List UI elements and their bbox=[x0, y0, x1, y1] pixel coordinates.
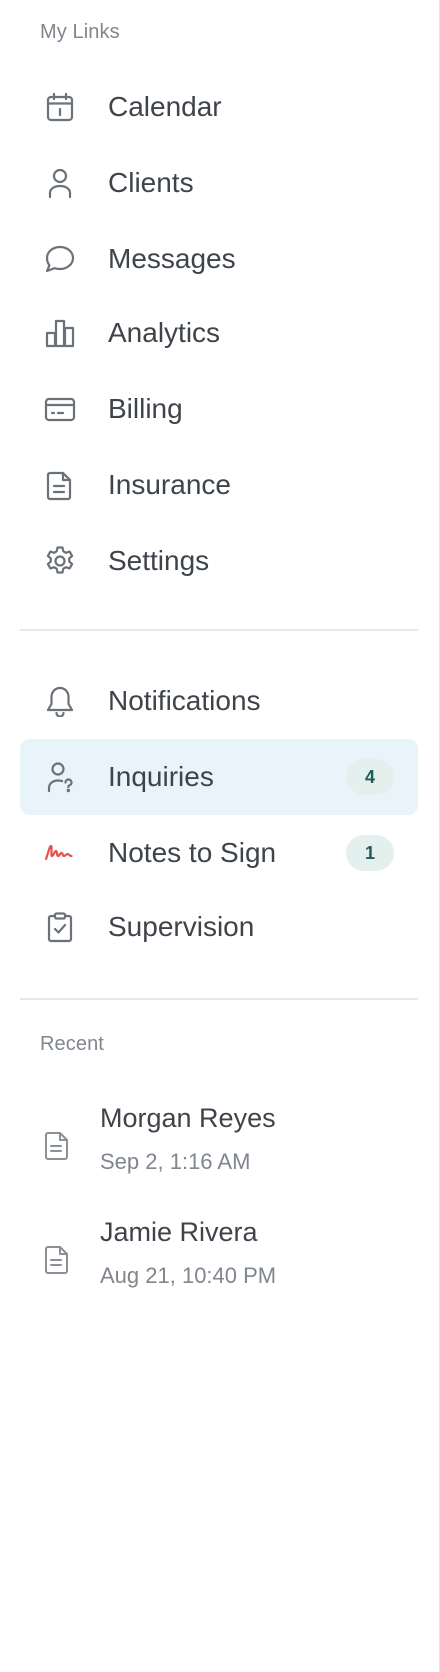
nav-label-analytics: Analytics bbox=[108, 317, 221, 348]
nav-label-insurance: Insurance bbox=[108, 469, 231, 500]
nav-item-analytics[interactable]: Analytics bbox=[20, 295, 418, 371]
nav-item-notifications[interactable]: Notifications bbox=[20, 663, 418, 739]
recent-item-morgan-reyes[interactable]: Morgan Reyes Sep 2, 1:16 AM bbox=[20, 1091, 418, 1191]
bar-chart-icon bbox=[44, 317, 76, 349]
nav-label-supervision: Supervision bbox=[108, 911, 255, 942]
signature-icon bbox=[44, 837, 76, 869]
nav-label-billing: Billing bbox=[108, 393, 183, 424]
document-icon bbox=[44, 469, 76, 501]
credit-card-icon bbox=[44, 393, 76, 425]
person-icon bbox=[44, 167, 76, 199]
notes-to-sign-count-badge: 1 bbox=[346, 835, 394, 871]
gear-icon bbox=[44, 545, 76, 577]
bell-icon bbox=[44, 685, 76, 717]
nav-item-notes-to-sign[interactable]: Notes to Sign 1 bbox=[20, 815, 418, 891]
nav-label-messages: Messages bbox=[108, 243, 236, 274]
clipboard-check-icon bbox=[44, 911, 76, 943]
nav-label-notes-to-sign: Notes to Sign bbox=[108, 837, 277, 868]
recent-item-date: Aug 21, 10:40 PM bbox=[100, 1263, 277, 1288]
recent-item-date: Sep 2, 1:16 AM bbox=[100, 1149, 251, 1174]
nav-item-supervision[interactable]: Supervision bbox=[20, 889, 418, 965]
nav-item-inquiries[interactable]: Inquiries 4 bbox=[20, 739, 418, 815]
nav-item-clients[interactable]: Clients bbox=[20, 145, 418, 221]
recent-heading: Recent bbox=[40, 1033, 104, 1055]
file-icon bbox=[44, 1131, 70, 1161]
nav-label-inquiries: Inquiries bbox=[108, 761, 214, 792]
nav-item-settings[interactable]: Settings bbox=[20, 523, 418, 599]
file-icon bbox=[44, 1245, 70, 1275]
person-question-icon bbox=[44, 761, 76, 793]
recent-item-jamie-rivera[interactable]: Jamie Rivera Aug 21, 10:40 PM bbox=[20, 1205, 418, 1305]
nav-item-messages[interactable]: Messages bbox=[20, 221, 418, 297]
nav-label-calendar: Calendar bbox=[108, 91, 222, 122]
recent-item-name: Morgan Reyes bbox=[100, 1103, 276, 1133]
recent-item-name: Jamie Rivera bbox=[100, 1217, 258, 1247]
sidebar: My Links Calendar Clients Messages Analy… bbox=[0, 0, 440, 1672]
chat-bubble-icon bbox=[44, 243, 76, 275]
nav-label-clients: Clients bbox=[108, 167, 194, 198]
section-divider bbox=[20, 998, 418, 1000]
nav-item-insurance[interactable]: Insurance bbox=[20, 447, 418, 523]
nav-item-calendar[interactable]: Calendar bbox=[20, 69, 418, 145]
nav-label-notifications: Notifications bbox=[108, 685, 261, 716]
nav-item-billing[interactable]: Billing bbox=[20, 371, 418, 447]
section-divider bbox=[20, 629, 418, 631]
nav-label-settings: Settings bbox=[108, 545, 210, 576]
inquiries-count-badge: 4 bbox=[346, 759, 394, 795]
calendar-icon bbox=[44, 91, 76, 123]
my-links-heading: My Links bbox=[40, 21, 120, 43]
